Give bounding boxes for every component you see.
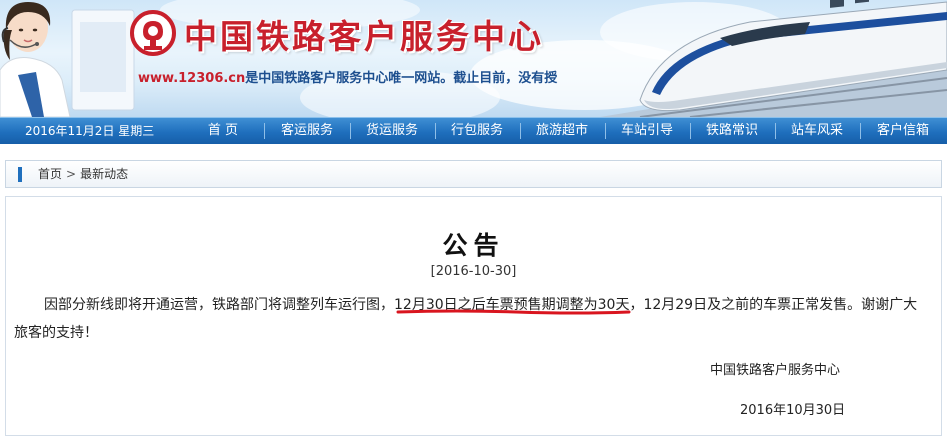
railway-logo-icon [130,10,176,56]
nav-divider [264,123,265,139]
breadcrumb: 首页 > 最新动态 [5,160,942,188]
customer-service-operator [0,2,135,117]
notice-title: 公告 [442,231,505,260]
current-date: 2016年11月2日 星期三 [25,124,155,138]
nav-baggage-service[interactable]: 行包服务 [442,118,512,144]
site-url[interactable]: www.12306.cn [138,71,245,86]
breadcrumb-marker [18,167,22,182]
nav-passenger-service[interactable]: 客运服务 [272,118,342,144]
site-title: 中国铁路客户服务中心 [184,17,544,56]
nav-station-gallery[interactable]: 站车风采 [782,118,852,144]
breadcrumb-home[interactable]: 首页 [38,167,62,181]
notice-signature: 中国铁路客户服务中心 [710,363,841,378]
nav-divider [520,123,521,139]
nav-home[interactable]: 首 页 [195,118,251,144]
nav-divider [775,123,776,139]
nav-travel-market[interactable]: 旅游超市 [527,118,597,144]
notice-date: [2016-10-30] [430,264,517,279]
notice-body: 因部分新线即将开通运营，铁路部门将调整列车运行图，12月30日之后车票预售期调整… [14,291,929,347]
nav-railway-knowledge[interactable]: 铁路常识 [697,118,767,144]
nav-divider [605,123,606,139]
nav-divider [690,123,691,139]
nav-divider [435,123,436,139]
site-banner: 中国铁路客户服务中心 www.12306.cn是中国铁路客户服务中心唯一网站。截… [0,0,947,117]
tagline-text: 是中国铁路客户服务中心唯一网站。截止目前，没有授 [245,71,558,86]
nav-customer-mailbox[interactable]: 客户信箱 [867,118,939,144]
notice-sign-date: 2016年10月30日 [740,403,846,418]
nav-station-guide[interactable]: 车站引导 [612,118,682,144]
nav-divider [860,123,861,139]
main-nav: 2016年11月2日 星期三 首 页 客运服务 货运服务 行包服务 旅游超市 车… [0,117,947,144]
high-speed-train [600,0,947,117]
breadcrumb-current: 最新动态 [80,167,129,181]
notice-body-part: 因部分新线即将开通运营，铁路部门将调整列车运行图， [44,297,394,313]
highlight-underline [396,309,631,315]
breadcrumb-separator: > [66,167,77,181]
nav-divider [350,123,351,139]
site-tagline: www.12306.cn是中国铁路客户服务中心唯一网站。截止目前，没有授 [138,67,557,86]
nav-freight-service[interactable]: 货运服务 [357,118,427,144]
breadcrumb-trail: 首页 > 最新动态 [38,161,128,187]
